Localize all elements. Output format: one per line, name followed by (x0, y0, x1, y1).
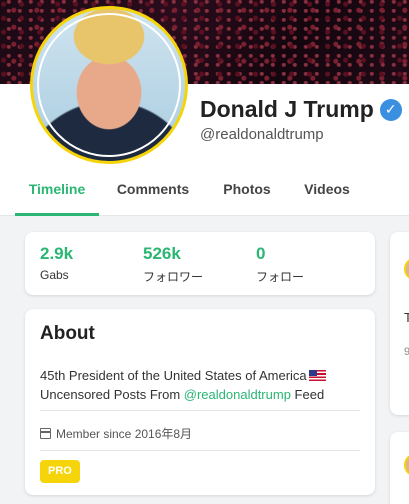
display-name-text: Donald J Trump (200, 96, 374, 122)
tab-videos[interactable]: Videos (287, 168, 367, 216)
bio-line1: 45th President of the United States of A… (40, 368, 307, 383)
feed-post-card-2[interactable] (390, 432, 409, 504)
about-divider (40, 410, 360, 411)
profile-tabs: Timeline Comments Photos Videos (0, 168, 409, 216)
post-text-fragment: T (404, 310, 409, 325)
stat-following-label: フォロー (256, 270, 305, 284)
stat-following[interactable]: 0 フォロー (256, 244, 304, 285)
username: @realdonaldtrump (200, 126, 324, 143)
tab-timeline[interactable]: Timeline (15, 168, 99, 216)
profile-avatar[interactable] (30, 6, 188, 164)
member-since-text: Member since 2016年8月 (56, 427, 193, 441)
us-flag-icon (308, 370, 326, 381)
bio-text: 45th President of the United States of A… (40, 366, 365, 404)
about-card: About 45th President of the United State… (25, 309, 375, 495)
tab-comments[interactable]: Comments (99, 168, 207, 216)
about-title: About (40, 323, 95, 344)
stat-following-value: 0 (256, 244, 266, 263)
bio-suffix: Feed (290, 387, 325, 402)
stat-gabs-value: 2.9k (40, 244, 74, 263)
calendar-icon (40, 428, 51, 439)
tab-photos[interactable]: Photos (207, 168, 287, 216)
stat-gabs-label: Gabs (40, 268, 69, 282)
stat-followers-label: フォロワー (143, 270, 204, 284)
stats-card: 2.9k Gabs 526k フォロワー 0 フォロー (25, 232, 375, 295)
post-avatar-2[interactable] (404, 454, 409, 476)
post-meta-fragment: 9 (404, 346, 409, 358)
avatar-ring (37, 13, 181, 157)
verified-check-icon: ✓ (379, 98, 402, 121)
member-since: Member since 2016年8月 (40, 425, 192, 442)
stat-gabs[interactable]: 2.9k Gabs (40, 244, 73, 282)
bio-prefix: Uncensored Posts From (40, 387, 184, 402)
bio-mention-link[interactable]: @realdonaldtrump (184, 387, 291, 402)
about-divider-2 (40, 450, 360, 451)
display-name: Donald J Trump ✓ (200, 96, 402, 123)
feed-post-card[interactable]: T 9 (390, 232, 409, 415)
post-avatar[interactable] (404, 258, 409, 280)
stat-followers-value: 526k (143, 244, 181, 263)
stat-followers[interactable]: 526k フォロワー (143, 244, 203, 285)
pro-badge: PRO (40, 460, 80, 483)
